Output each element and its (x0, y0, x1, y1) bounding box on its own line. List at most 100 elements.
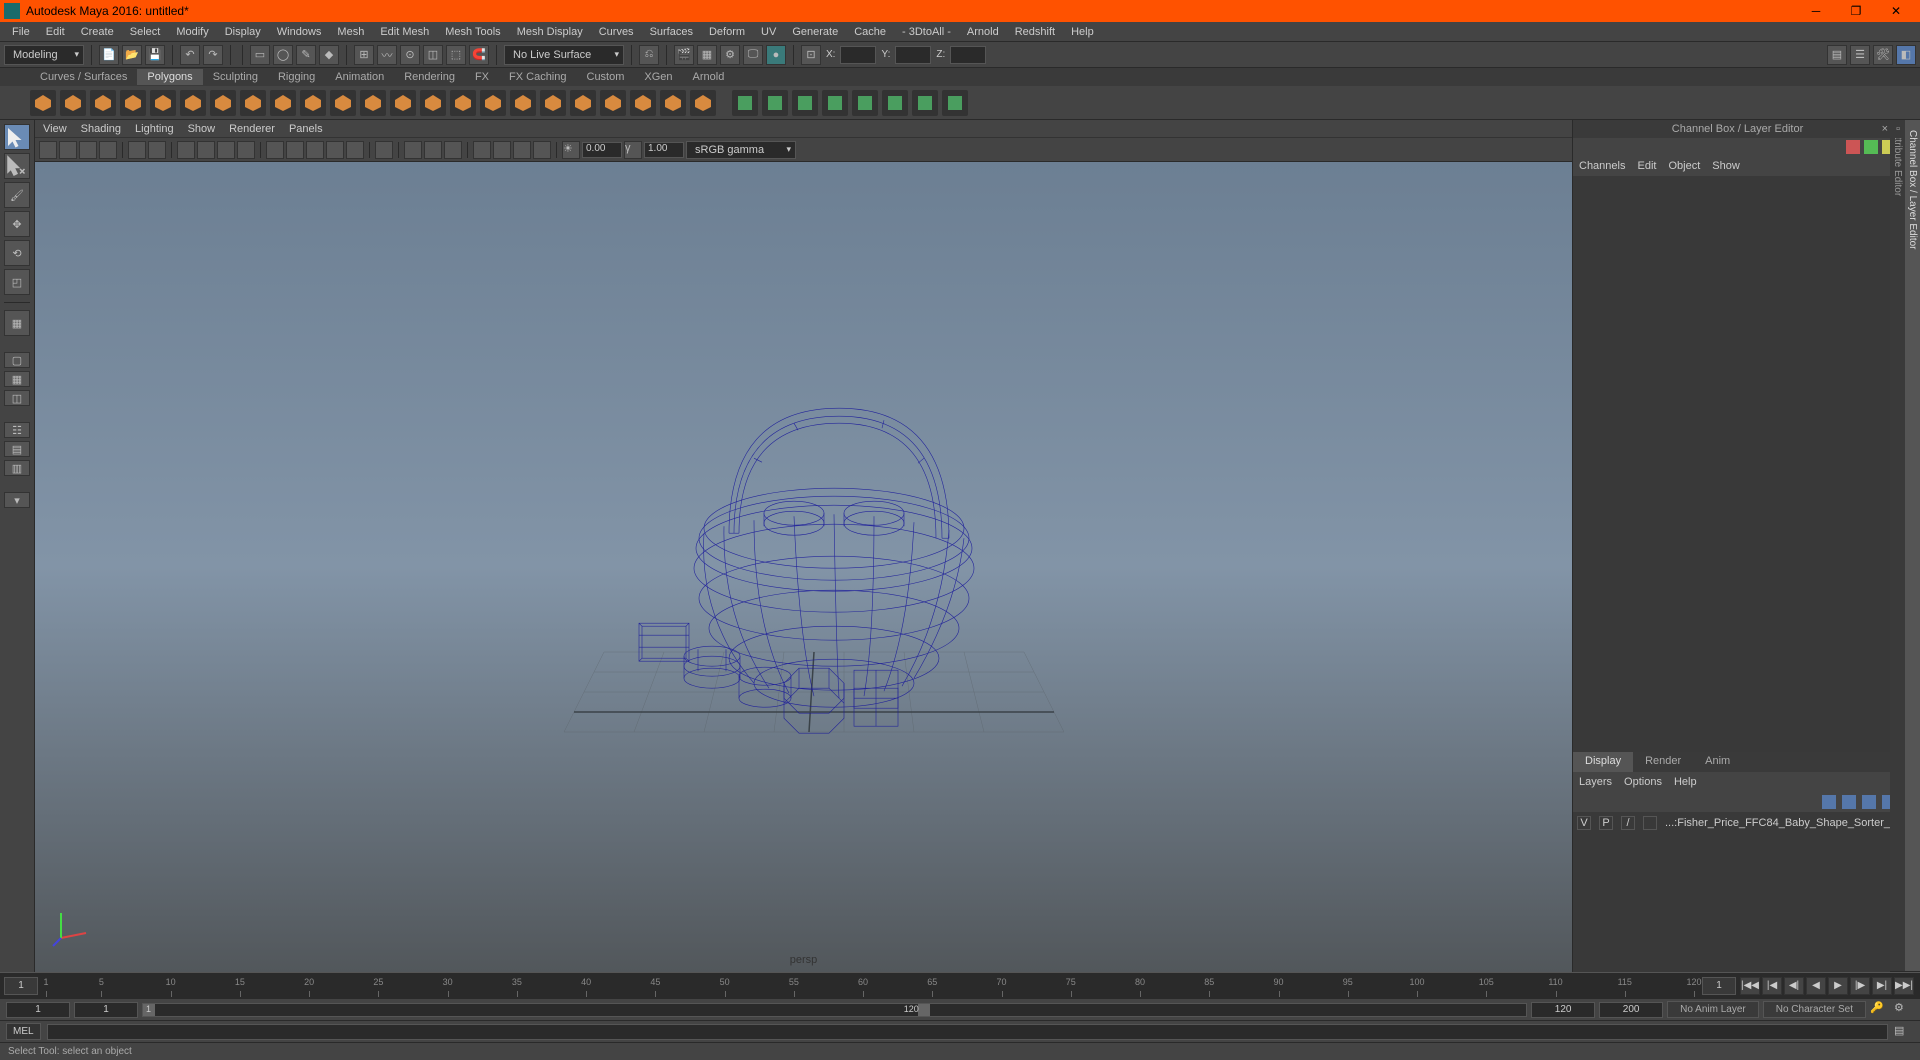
current-frame-right[interactable]: 1 (1702, 977, 1736, 995)
step-forward-key-button[interactable]: ▶| (1872, 977, 1892, 995)
cb-menu-edit[interactable]: Edit (1637, 160, 1656, 172)
menu-surfaces[interactable]: Surfaces (642, 24, 701, 40)
prefs-icon[interactable]: ⚙ (1894, 1001, 1914, 1019)
shelf-torus-icon[interactable] (180, 90, 206, 116)
menu-arnold[interactable]: Arnold (959, 24, 1007, 40)
vp-isolate-icon[interactable] (375, 141, 393, 159)
shelf-gear-icon[interactable] (480, 90, 506, 116)
shelf-type-icon[interactable] (420, 90, 446, 116)
shelf-disc-icon[interactable] (450, 90, 476, 116)
go-to-start-button[interactable]: |◀◀ (1740, 977, 1760, 995)
vp-gate-mask-icon[interactable] (237, 141, 255, 159)
shelf-smooth-icon[interactable] (600, 90, 626, 116)
shelf-extrude-icon[interactable] (882, 90, 908, 116)
vp-lock-camera-icon[interactable] (59, 141, 77, 159)
four-pane-layout[interactable]: ▦ (4, 371, 30, 387)
shelf-target-icon[interactable] (942, 90, 968, 116)
maximize-button[interactable]: ❐ (1836, 0, 1876, 22)
shelf-tab-arnold[interactable]: Arnold (683, 69, 735, 85)
vp-exposure-icon[interactable]: ☀ (562, 141, 580, 159)
menu-mesh-display[interactable]: Mesh Display (509, 24, 591, 40)
menu-uv[interactable]: UV (753, 24, 784, 40)
panel-undock-icon[interactable]: ▫ (1896, 123, 1900, 135)
layer-menu-help[interactable]: Help (1674, 776, 1697, 788)
shelf-sphere-icon[interactable] (30, 90, 56, 116)
vp-select-camera-icon[interactable] (39, 141, 57, 159)
vp-ssao-icon[interactable] (473, 141, 491, 159)
ipr-icon[interactable]: ▦ (697, 45, 717, 65)
character-set-dropdown[interactable]: No Character Set (1763, 1001, 1866, 1018)
layer-tab-anim[interactable]: Anim (1693, 752, 1742, 772)
open-scene-icon[interactable]: 📂 (122, 45, 142, 65)
tool-settings-icon[interactable]: 🛠 (1873, 45, 1893, 65)
vp-menu-shading[interactable]: Shading (81, 123, 121, 135)
vp-menu-view[interactable]: View (43, 123, 67, 135)
side-tab-channel-box-layer-editor[interactable]: Channel Box / Layer Editor (1905, 120, 1920, 972)
anim-layer-dropdown[interactable]: No Anim Layer (1667, 1001, 1759, 1018)
render-icon[interactable]: 🎬 (674, 45, 694, 65)
persp-graph-layout[interactable]: ▤ (4, 441, 30, 457)
vp-colorspace-dropdown[interactable]: sRGB gamma (686, 141, 796, 159)
menu-select[interactable]: Select (122, 24, 169, 40)
workspace-dropdown[interactable]: Modeling (4, 45, 84, 65)
shelf-multicut-icon[interactable] (912, 90, 938, 116)
vp-textured-icon[interactable] (306, 141, 324, 159)
step-back-key-button[interactable]: |◀ (1762, 977, 1782, 995)
vp-image-plane-icon[interactable] (99, 141, 117, 159)
layer-color-swatch[interactable] (1643, 816, 1657, 830)
redo-icon[interactable]: ↷ (203, 45, 223, 65)
layer-move-down-icon[interactable] (1842, 795, 1856, 809)
menu-cache[interactable]: Cache (846, 24, 894, 40)
shelf-cylinder-icon[interactable] (90, 90, 116, 116)
shelf-tab-polygons[interactable]: Polygons (137, 69, 202, 85)
menu--3dtoall-[interactable]: - 3DtoAll - (894, 24, 959, 40)
vp-grid-icon[interactable] (177, 141, 195, 159)
sel-hilite-icon[interactable]: ◆ (319, 45, 339, 65)
shelf-bevel-icon[interactable] (822, 90, 848, 116)
range-start-input[interactable]: 1 (74, 1002, 138, 1018)
construction-history-icon[interactable]: ⎌ (639, 45, 659, 65)
layer-menu-layers[interactable]: Layers (1579, 776, 1612, 788)
menu-mesh-tools[interactable]: Mesh Tools (437, 24, 508, 40)
menu-create[interactable]: Create (73, 24, 122, 40)
select-tool[interactable] (4, 124, 30, 150)
paint-select-tool[interactable]: 🖌 (4, 182, 30, 208)
shelf-pipe-icon[interactable] (270, 90, 296, 116)
shelf-booleanC-icon[interactable] (792, 90, 818, 116)
step-back-button[interactable]: ◀| (1784, 977, 1804, 995)
select-by-icon[interactable]: ▭ (250, 45, 270, 65)
single-pane-layout[interactable]: ▢ (4, 352, 30, 368)
shelf-tab-rigging[interactable]: Rigging (268, 69, 325, 85)
shelf-quad-icon[interactable] (690, 90, 716, 116)
scale-tool[interactable]: ◰ (4, 269, 30, 295)
shelf-helix-icon[interactable] (300, 90, 326, 116)
vp-resolution-gate-icon[interactable] (217, 141, 235, 159)
xform-icon[interactable]: ⊡ (801, 45, 821, 65)
time-slider[interactable]: 1 15101520253035404550556065707580859095… (0, 972, 1920, 998)
layer-type-toggle[interactable]: / (1621, 816, 1635, 830)
snap-grid-icon[interactable]: ⊞ (354, 45, 374, 65)
shelf-tab-curves-surfaces[interactable]: Curves / Surfaces (30, 69, 137, 85)
shelf-booleanA-icon[interactable] (732, 90, 758, 116)
cb-menu-object[interactable]: Object (1668, 160, 1700, 172)
vp-gamma-input[interactable]: 1.00 (644, 142, 684, 158)
vp-gamma-icon[interactable]: γ (624, 141, 642, 159)
menu-windows[interactable]: Windows (269, 24, 330, 40)
vp-menu-renderer[interactable]: Renderer (229, 123, 275, 135)
shelf-sculpt-icon[interactable] (510, 90, 536, 116)
shelf-bridge-icon[interactable] (852, 90, 878, 116)
shelf-tab-rendering[interactable]: Rendering (394, 69, 465, 85)
vp-film-gate-icon[interactable] (197, 141, 215, 159)
live-icon[interactable]: 🧲 (469, 45, 489, 65)
live-surface-dropdown[interactable]: No Live Surface (504, 45, 624, 65)
range-slider[interactable]: 1 120 (142, 1003, 1527, 1017)
paint-select-icon[interactable]: ✎ (296, 45, 316, 65)
vp-exposure-input[interactable]: 0.00 (582, 142, 622, 158)
snap-view-icon[interactable]: ⬚ (446, 45, 466, 65)
range-end-input[interactable]: 120 (1531, 1002, 1595, 1018)
shelf-tab-xgen[interactable]: XGen (634, 69, 682, 85)
snap-point-icon[interactable]: ⊙ (400, 45, 420, 65)
vp-xray-joints-icon[interactable] (424, 141, 442, 159)
layer-move-up-icon[interactable] (1822, 795, 1836, 809)
vp-dof-icon[interactable] (533, 141, 551, 159)
